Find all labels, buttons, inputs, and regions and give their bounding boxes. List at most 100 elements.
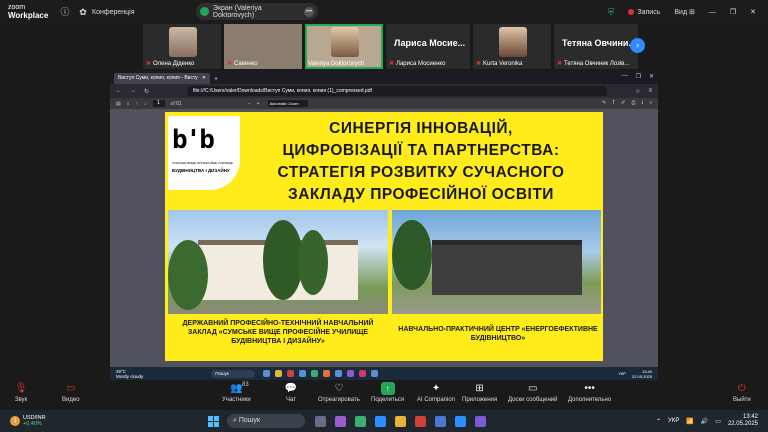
participant-tile[interactable]: ✖ Олена Діденко <box>143 24 221 69</box>
next-page-icon[interactable]: ↓ <box>144 101 147 107</box>
app-icon[interactable] <box>335 370 343 377</box>
more-icon[interactable]: ••• <box>304 6 314 17</box>
tree-shape <box>392 220 432 290</box>
app-icon[interactable] <box>299 370 307 377</box>
volume-icon[interactable]: 🔊 <box>701 418 708 425</box>
app-icon[interactable] <box>415 415 426 427</box>
next-participants-button[interactable]: › <box>630 38 645 53</box>
app-icon[interactable] <box>275 370 283 377</box>
apps-button[interactable]: ⊞ Приложения <box>462 382 497 403</box>
language-indicator[interactable]: УКР <box>668 418 679 424</box>
restore-icon[interactable]: ❐ <box>730 8 736 16</box>
reload-icon[interactable]: ↻ <box>144 88 149 95</box>
minimize-icon[interactable]: — <box>709 9 716 16</box>
participant-label: ✖ Савенко <box>227 60 258 68</box>
find-icon[interactable]: ⌕ <box>127 101 130 107</box>
app-icon[interactable] <box>435 415 446 427</box>
star-icon[interactable]: ☆ <box>635 88 640 95</box>
info-icon[interactable]: ⓘ <box>60 7 70 17</box>
tray-expand-icon[interactable]: ⌃ <box>656 418 661 425</box>
app-icon[interactable] <box>371 370 379 377</box>
mic-muted-icon: ✖ <box>476 61 482 67</box>
app-icon[interactable] <box>287 370 295 377</box>
app-icon[interactable] <box>455 415 466 427</box>
tools-icon[interactable]: » <box>649 100 652 108</box>
leave-button[interactable]: ⏻ Выйти <box>733 382 751 403</box>
windows-start-icon[interactable] <box>208 415 219 427</box>
participants-button[interactable]: 👥 83 Участники <box>222 382 251 403</box>
paw-icon[interactable]: ✿ <box>78 7 88 17</box>
close-icon[interactable]: ✕ <box>750 8 756 16</box>
stock-widget[interactable]: 1 USD/INR +0.40% <box>0 415 140 427</box>
sound-button[interactable]: 🎙 Звук <box>14 382 28 403</box>
share-button[interactable]: ↑ Поделиться <box>371 382 404 403</box>
page-number-input[interactable]: 1 <box>152 100 165 107</box>
text-icon[interactable]: T <box>612 100 615 108</box>
participant-video <box>499 27 527 57</box>
boards-button[interactable]: ▭ Доски сообщений <box>508 382 558 403</box>
app-icon[interactable] <box>263 370 271 377</box>
taskbar-clock[interactable]: 13:42 22.05.2025 <box>728 414 758 428</box>
back-icon[interactable]: ← <box>116 88 122 94</box>
ai-companion-button[interactable]: ✦ AI Companion <box>417 382 455 403</box>
browser-close-icon[interactable]: ✕ <box>649 73 654 80</box>
forward-icon[interactable]: → <box>130 88 136 94</box>
participant-strip: ✖ Олена Діденко ✖ Савенко Valeriya Doktoro… <box>143 24 638 69</box>
shield-icon[interactable]: ⛨ <box>608 7 615 18</box>
sidebar-toggle-icon[interactable]: ▤ <box>116 101 121 107</box>
chat-button[interactable]: 💬 Чат <box>284 382 298 403</box>
participant-tile[interactable]: ✖ Савенко <box>224 24 302 69</box>
app-icon[interactable] <box>359 370 367 377</box>
new-tab-icon[interactable]: + <box>214 76 218 83</box>
url-bar[interactable]: file:///C:/Users/valer/Downloads/Виступ … <box>187 86 608 96</box>
record-indicator[interactable]: Запись <box>628 9 660 16</box>
browser-tab[interactable]: Виступ Суми, копия, копия - Висту ✕ <box>114 73 210 84</box>
more-button[interactable]: ••• Дополнительно <box>568 382 611 403</box>
battery-icon[interactable]: ▭ <box>715 418 721 425</box>
training-center-photo <box>392 210 601 314</box>
app-icon[interactable] <box>395 415 406 427</box>
browser-minimize-icon[interactable]: — <box>622 73 628 80</box>
screen-share-indicator[interactable]: Экран (Valeriya Doktorovych) ••• <box>196 3 318 20</box>
browser-window-controls: — ❐ ✕ <box>622 73 654 80</box>
participant-initials: Лариса Мосие... <box>394 38 466 48</box>
more-label: Дополнительно <box>568 397 612 403</box>
highlight-icon[interactable]: ✎ <box>602 100 606 108</box>
save-icon[interactable]: ⭳ <box>641 100 643 108</box>
zoom-out-icon[interactable]: − <box>248 101 251 107</box>
participant-tile[interactable]: Тетяна Овчини... ✖ Тетяна Овчиник Лозів..… <box>554 24 638 69</box>
app-icon[interactable] <box>375 415 386 427</box>
taskbar-search[interactable]: ⌕ Пошук <box>227 414 305 428</box>
pdf-viewer[interactable]: b'b СУМСЬКЕ ВИЩЕ ПРОФЕСІЙНЕ УЧИЛИЩЕ БУДІ… <box>110 109 658 367</box>
app-icon[interactable] <box>475 415 486 427</box>
shared-search[interactable]: Пошук <box>211 369 256 378</box>
draw-icon[interactable]: ✐ <box>621 100 625 108</box>
more-icon: ••• <box>584 383 595 394</box>
browser-restore-icon[interactable]: ❐ <box>636 73 641 80</box>
participant-tile-active[interactable]: Valeriya Doktorovych <box>305 24 383 69</box>
menu-icon[interactable]: ≡ <box>648 88 652 94</box>
participant-tile[interactable]: Лариса Мосие... ✖ Лариса Мосиенко <box>386 24 470 69</box>
participant-tile[interactable]: ✖ Kurta Veronika <box>473 24 551 69</box>
wifi-icon[interactable]: 📶 <box>686 418 693 425</box>
shared-app-icons <box>263 370 379 377</box>
prev-page-icon[interactable]: ↑ <box>136 101 139 107</box>
print-icon[interactable]: ⎙ <box>631 100 635 108</box>
react-button[interactable]: ♡ Отреагировать <box>318 382 360 403</box>
video-label: Видео <box>62 397 80 403</box>
video-button[interactable]: ▭ Видео <box>62 382 80 403</box>
app-icon[interactable] <box>347 370 355 377</box>
windows-taskbar: 1 USD/INR +0.40% ⌕ Пошук ⌃ УКР 📶 🔊 ▭ 13:4… <box>0 410 768 432</box>
app-icon[interactable] <box>311 370 319 377</box>
app-icon[interactable] <box>315 415 326 427</box>
tab-close-icon[interactable]: ✕ <box>202 75 206 82</box>
view-menu[interactable]: Вид ⊞ <box>674 8 694 16</box>
zoom-select[interactable]: Automatic Zoom <box>267 100 308 107</box>
react-label: Отреагировать <box>318 397 360 403</box>
app-icon[interactable] <box>323 370 331 377</box>
app-icon[interactable] <box>335 415 346 427</box>
app-icon[interactable] <box>355 415 366 427</box>
zoom-in-icon[interactable]: + <box>257 101 260 107</box>
shared-tray: УКР 13:40 22.05.2025 <box>618 369 652 379</box>
pdf-tools: ✎ T ✐ ⎙ ⭳ » <box>602 100 652 108</box>
